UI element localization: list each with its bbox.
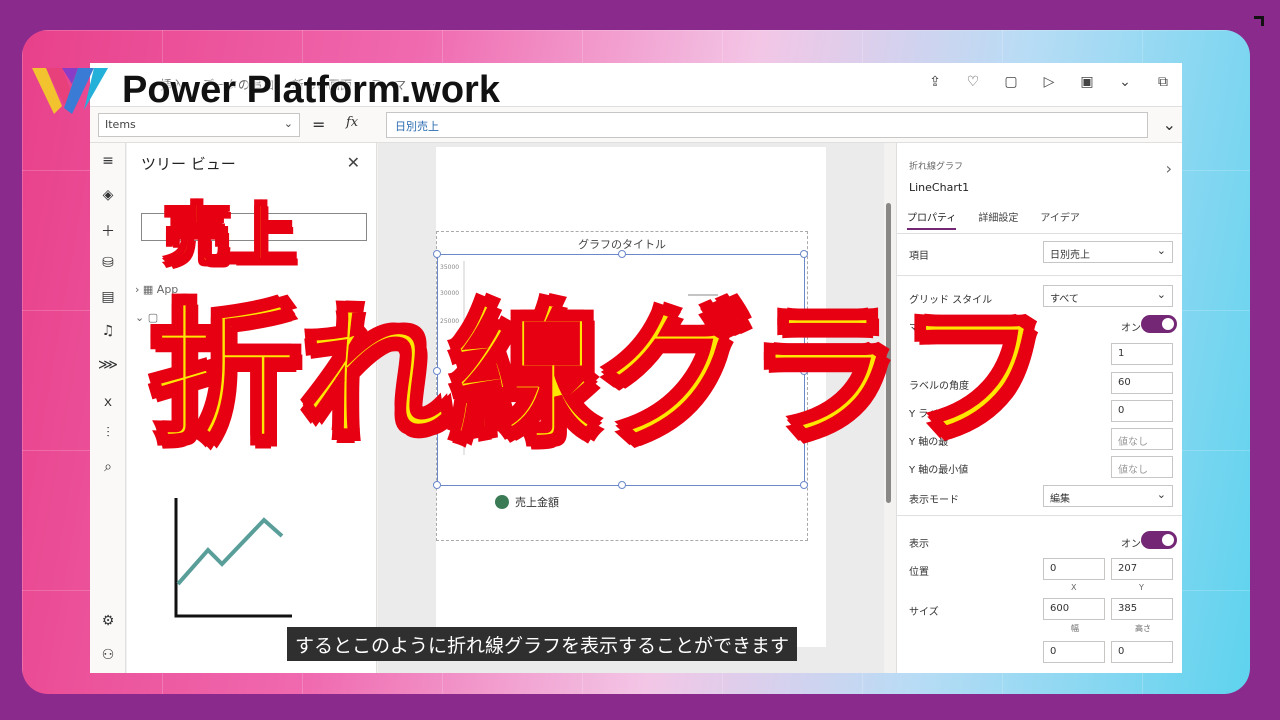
- resize-handle[interactable]: [433, 481, 441, 489]
- chevron-down-icon[interactable]: ⌄: [1116, 73, 1134, 91]
- tools-icon[interactable]: ⫶: [98, 425, 118, 445]
- fx-icon[interactable]: fx: [346, 115, 358, 130]
- padding-field-a[interactable]: 0: [1043, 641, 1105, 663]
- y-label-field[interactable]: 0: [1111, 400, 1173, 422]
- data-icon[interactable]: ⛁: [98, 255, 118, 275]
- media-icon[interactable]: ▤: [98, 289, 118, 309]
- resize-handle[interactable]: [618, 250, 626, 258]
- line-chart-icon: [172, 498, 292, 618]
- size-height-field[interactable]: 385: [1111, 598, 1173, 620]
- markers-toggle-label: オン: [1121, 323, 1141, 334]
- label-angle-field[interactable]: 60: [1111, 372, 1173, 394]
- resize-handle[interactable]: [433, 250, 441, 258]
- chevron-down-icon: ⌄: [283, 117, 293, 130]
- pp-logo-icon: [32, 68, 108, 114]
- property-value: Items: [105, 118, 136, 131]
- items-label: 項目: [909, 251, 929, 262]
- left-rail: ≡ ◈ ＋ ⛁ ▤ ♫ ⋙ ｘ ⫶ ⌕ ⚙ ⚇: [90, 143, 126, 673]
- caption-subtitle: するとこのように折れ線グラフを表示することができます: [287, 627, 798, 661]
- padding-field-b[interactable]: 0: [1111, 641, 1173, 663]
- power-automate-icon[interactable]: ♫: [98, 323, 118, 343]
- visible-toggle[interactable]: [1141, 531, 1177, 549]
- properties-tabs: プロパティ 詳細設定 アイデア: [907, 209, 1080, 230]
- overlay-title-big: 折れ線グラフ: [148, 289, 1052, 461]
- height-caption: 高さ: [1135, 624, 1151, 633]
- brand-name: Power Platform.work: [122, 68, 500, 111]
- width-caption: 幅: [1071, 624, 1079, 633]
- chart-ytick-label: 35000: [440, 264, 459, 271]
- equals-sign: =: [312, 115, 326, 134]
- legend-label: 売上金額: [515, 496, 559, 509]
- flow-icon[interactable]: ⋙: [98, 357, 118, 377]
- tab-advanced[interactable]: 詳細設定: [978, 209, 1018, 230]
- markers-toggle[interactable]: [1141, 315, 1177, 333]
- y-max-field[interactable]: 値なし: [1111, 428, 1173, 450]
- insert-icon[interactable]: ＋: [98, 221, 118, 241]
- grid-style-dropdown[interactable]: すべて ⌄: [1043, 285, 1173, 307]
- account-icon[interactable]: ⚇: [98, 647, 118, 667]
- tab-ideas[interactable]: アイデア: [1040, 209, 1080, 230]
- y-min-label: Y 軸の最小値: [909, 465, 969, 476]
- display-mode-label: 表示モード: [909, 495, 959, 506]
- visible-label: 表示: [909, 539, 929, 550]
- position-y-field[interactable]: 207: [1111, 558, 1173, 580]
- comment-icon[interactable]: ▢: [1002, 73, 1020, 91]
- health-check-icon[interactable]: ♡: [964, 73, 982, 91]
- search-icon[interactable]: ⌕: [98, 459, 118, 479]
- property-dropdown[interactable]: Items ⌄: [98, 113, 300, 137]
- chevron-right-icon[interactable]: ›: [1166, 159, 1172, 178]
- number-field[interactable]: 1: [1111, 343, 1173, 365]
- tab-properties[interactable]: プロパティ: [907, 209, 957, 230]
- display-mode-value: 編集: [1050, 494, 1070, 505]
- command-bar-right: ⇪ ♡ ▢ ▷ ▣ ⌄ ⧉: [926, 73, 1172, 91]
- control-type: 折れ線グラフ: [909, 162, 964, 172]
- share-icon[interactable]: ⇪: [926, 73, 944, 91]
- resize-handle[interactable]: [618, 481, 626, 489]
- items-dropdown[interactable]: 日別売上 ⌄: [1043, 241, 1173, 263]
- divider: [897, 233, 1182, 234]
- display-mode-dropdown[interactable]: 編集 ⌄: [1043, 485, 1173, 507]
- expand-formula-icon[interactable]: ⌄: [1163, 115, 1176, 134]
- publish-icon[interactable]: ⧉: [1154, 73, 1172, 91]
- play-icon[interactable]: ▷: [1040, 73, 1058, 91]
- chevron-down-icon: ⌄: [1156, 244, 1166, 257]
- legend-dot: [495, 495, 509, 509]
- control-name: LineChart1: [909, 181, 970, 194]
- line-chart-icon-svg: [174, 498, 292, 618]
- position-label: 位置: [909, 567, 929, 578]
- overlay-title-small: 売上: [163, 197, 298, 274]
- divider: [897, 515, 1182, 516]
- y-min-field[interactable]: 値なし: [1111, 456, 1173, 478]
- menu-icon[interactable]: ≡: [98, 153, 118, 173]
- formula-input[interactable]: 日別売上: [386, 112, 1148, 138]
- save-icon[interactable]: ▣: [1078, 73, 1096, 91]
- size-label: サイズ: [909, 607, 939, 618]
- settings-icon[interactable]: ⚙: [98, 613, 118, 633]
- resize-handle[interactable]: [800, 250, 808, 258]
- grid-style-value: すべて: [1050, 294, 1079, 305]
- x-caption: X: [1071, 583, 1077, 592]
- chevron-down-icon: ⌄: [1156, 288, 1166, 301]
- divider: [897, 275, 1182, 276]
- layers-icon[interactable]: ◈: [98, 187, 118, 207]
- y-caption: Y: [1139, 583, 1144, 592]
- size-width-field[interactable]: 600: [1043, 598, 1105, 620]
- items-value: 日別売上: [1050, 250, 1090, 261]
- corner-mark: [1254, 16, 1264, 26]
- chevron-down-icon: ⌄: [1156, 488, 1166, 501]
- position-x-field[interactable]: 0: [1043, 558, 1105, 580]
- brand: Power Platform.work: [32, 64, 500, 116]
- variables-icon[interactable]: ｘ: [98, 391, 118, 411]
- close-icon[interactable]: ✕: [347, 153, 360, 172]
- tree-view-title: ツリー ビュー: [141, 155, 236, 173]
- visible-toggle-label: オン: [1121, 539, 1141, 550]
- chart-legend: 売上金額: [495, 494, 559, 510]
- resize-handle[interactable]: [800, 481, 808, 489]
